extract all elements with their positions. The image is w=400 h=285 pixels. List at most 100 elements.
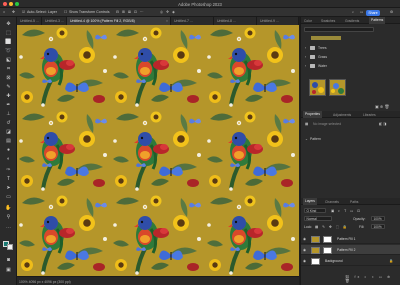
lasso-tool-icon[interactable]: ➰ [5,48,12,55]
crop-tool-icon[interactable]: ⌗ [5,66,12,73]
visibility-eye-icon[interactable]: ◉ [303,248,306,252]
artboard-tool-icon[interactable]: ⬚ [5,30,12,37]
zoom-tool-icon[interactable]: ⚲ [5,214,12,221]
chevron-right-icon: › [305,45,307,50]
move-tool-icon[interactable]: ✥ [5,21,12,28]
gradient-tool-icon[interactable]: ▤ [5,138,12,145]
spot-heal-tool-icon[interactable]: ✚ [5,93,12,100]
pattern-group-water[interactable]: › Water [301,62,400,69]
tab-label: Untitled-7 ... [174,19,193,23]
layers-blend-row: Normal Opacity: 100% [301,215,400,222]
layer-pattern-fill-2[interactable]: ◉ Pattern Fill 2 [301,245,400,255]
hand-tool-icon[interactable]: ✋ [5,205,12,212]
tab-gradients[interactable]: Gradients [345,19,359,23]
pattern-thumbnail-art [331,83,344,94]
opacity-label: Opacity: [353,216,366,221]
share-button[interactable]: Share [366,9,380,16]
layer-pattern-fill-1[interactable]: ◉ Pattern Fill 1 [301,234,400,244]
background-color-swatch[interactable] [7,244,13,250]
pattern-presets-row [301,34,400,41]
eyedropper-tool-icon[interactable]: ✎ [5,84,12,91]
tab-label: Untitled-3 ... [45,19,64,23]
auto-select-checkbox[interactable]: ☑ [22,10,25,14]
tab-channels[interactable]: Channels [325,200,339,204]
panel-footer-icons[interactable]: ▣ ⊕ 🗑 [375,104,389,109]
options-bar: ⌂ ✥ ☑ Auto-Select: Layer ☐ Show Transfor… [0,8,400,17]
layer-name: Pattern Fill 2 [337,248,356,252]
tab-label: Untitled-9 ... [260,19,279,23]
quick-mask-icon[interactable]: ◙ [5,257,12,264]
tab-paths[interactable]: Paths [350,200,358,204]
chevron-down-icon[interactable]: ⌄ [305,137,308,141]
pattern-search-input[interactable] [304,27,374,32]
tab-untitled-5[interactable]: Untitled-5 ... [17,17,42,25]
pattern-group-grass[interactable]: › Grass [301,53,400,60]
layers-panel-tabs: Layers Channels Paths [301,198,400,205]
tab-libraries[interactable]: Libraries [363,113,376,117]
tab-color[interactable]: Color [304,19,312,23]
auto-select-label: Auto-Select: [27,10,47,15]
document-canvas[interactable] [17,25,299,276]
title-bar: Adobe Photoshop 2023 [0,0,400,8]
tab-adjustments[interactable]: Adjustments [333,113,351,117]
pattern-thumbnail-1[interactable] [309,79,326,96]
tab-untitled-3[interactable]: Untitled-3 ... [42,17,67,25]
opacity-input[interactable]: 100% [371,216,385,221]
tab-untitled-4[interactable]: Untitled-4 @ 100% (Pattern Fill 2, RGB/8… [67,17,171,25]
more-tools-icon[interactable]: ⋯ [5,225,12,232]
layer-background[interactable]: ◉ Background 🔒 [301,256,400,266]
home-icon[interactable]: ⌂ [3,10,5,14]
tab-untitled-7[interactable]: Untitled-7 ... [171,17,214,25]
tab-patterns[interactable]: Patterns [369,17,386,24]
tab-properties[interactable]: Properties [303,111,323,118]
fill-label: Fill: [359,224,365,229]
pattern-thumbnail-2[interactable] [329,79,346,96]
frame-tool-icon[interactable]: ⊠ [5,75,12,82]
layer-kind-filter[interactable]: Q Kind [304,208,326,213]
folder-icon [310,64,315,68]
rectangle-tool-icon[interactable]: ▭ [5,194,12,201]
layers-footer-icons[interactable]: ⛓ fx ◐ ◑ ▭ ⊕ 🗑 [345,275,400,283]
search-icon[interactable]: ⌕ [352,10,354,14]
lock-icons[interactable]: ▦ ✎ ✥ ⬚ 🔒 [315,225,349,229]
properties-status-row: ▦ No image selected ◧ ◨ [301,120,400,127]
align-icons[interactable]: ⊟ ⊞ ⊠ ⊡ ⋯ [116,10,145,14]
move-tool-icon[interactable]: ✥ [12,10,15,14]
history-brush-tool-icon[interactable]: ↺ [5,120,12,127]
tab-layers[interactable]: Layers [303,198,317,205]
tab-label: Untitled-5 ... [20,19,39,23]
object-select-tool-icon[interactable]: ⬕ [5,57,12,64]
eraser-tool-icon[interactable]: ◪ [5,129,12,136]
layer-name: Background [325,259,343,263]
pattern-swatch-strip[interactable] [311,36,341,40]
visibility-eye-icon[interactable]: ◉ [303,259,306,263]
blend-mode-select[interactable]: Normal [304,216,332,221]
path-select-tool-icon[interactable]: ➤ [5,185,12,192]
auto-select-dropdown[interactable]: Layer [48,10,57,14]
layer-mask-thumbnail[interactable] [323,235,332,243]
tab-untitled-8[interactable]: Untitled-8 ... [214,17,257,25]
pattern-group-trees[interactable]: › Trees [301,44,400,51]
fill-input[interactable]: 100% [371,224,385,229]
layer-mask-thumbnail[interactable] [323,246,332,254]
pen-tool-icon[interactable]: ✑ [5,167,12,174]
layer-filter-icons[interactable]: ▣ ◐ T ▭ ⊡ [331,209,362,213]
workspace-icon[interactable]: ▭ [360,10,363,14]
3d-mode-icons[interactable]: ◎ ✣ ◈ [160,10,176,14]
tab-untitled-9[interactable]: Untitled-9 ... [257,17,299,25]
clone-stamp-tool-icon[interactable]: ⊥ [5,111,12,118]
blur-tool-icon[interactable]: ● [5,147,12,154]
dodge-tool-icon[interactable]: ◐ [5,156,12,163]
screen-mode-icon[interactable]: ▣ [5,267,12,274]
settings-icon[interactable]: ⚙ [390,10,393,14]
type-tool-icon[interactable]: T [5,176,12,183]
tab-swatches[interactable]: Swatches [321,19,335,23]
close-tab-icon[interactable]: × [166,17,168,25]
layers-filter-row: Q Kind ▣ ◐ T ▭ ⊡ [301,207,400,214]
show-transform-checkbox[interactable]: ☐ [64,10,67,14]
marquee-tool-icon[interactable]: ⬜ [5,39,12,46]
properties-options-icons[interactable]: ◧ ◨ [379,122,386,126]
brush-tool-icon[interactable]: ✒ [5,102,12,109]
layer-thumbnail [311,246,320,254]
visibility-eye-icon[interactable]: ◉ [303,237,306,241]
